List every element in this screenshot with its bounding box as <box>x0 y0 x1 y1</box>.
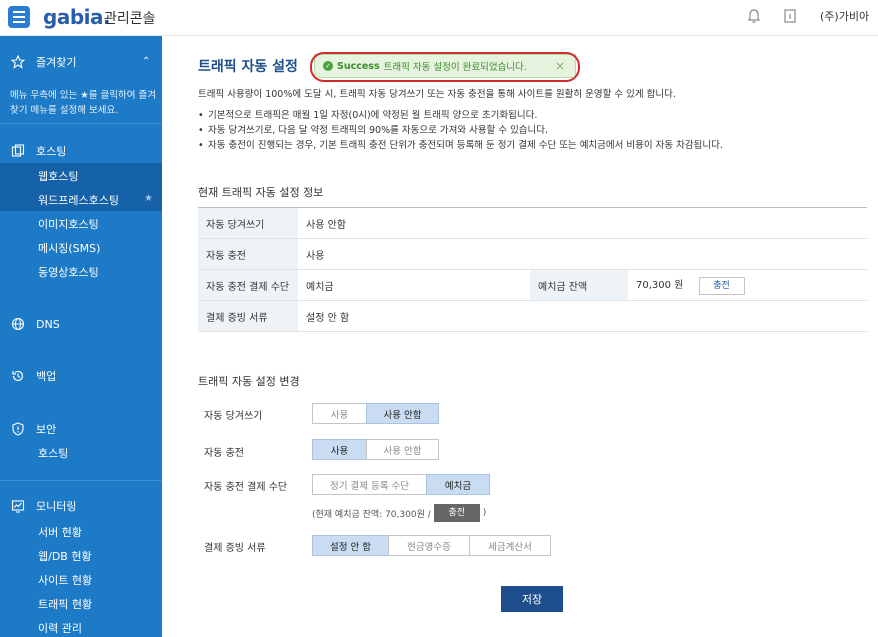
company-name[interactable]: (주)가비아 <box>820 8 869 24</box>
form-label-charge: 자동 충전 <box>204 448 244 459</box>
balance-note-close: ) <box>482 508 487 518</box>
row-value: 사용 <box>298 238 867 270</box>
option-regular-payment[interactable]: 정기 결제 등록 수단 <box>312 474 427 495</box>
main-content: 트래픽 자동 설정 ✓ Success 트래픽 자동 설정이 완료되었습니다. … <box>162 36 878 637</box>
balance-note-text: (현재 예치금 잔액: 70,300원 / <box>312 509 431 520</box>
row-label: 자동 충전 결제 수단 <box>198 269 298 301</box>
sidebar-section-hosting[interactable]: 호스팅 <box>10 143 66 159</box>
current-settings-table: 자동 당겨쓰기 사용 안함 자동 충전 사용 자동 충전 결제 수단 예치금 예… <box>198 207 867 332</box>
table-row: 자동 당겨쓰기 사용 안함 <box>198 207 867 239</box>
charge-toggle: 사용 사용 안함 <box>312 439 439 460</box>
sidebar-item-server-status[interactable]: 서버 현황 <box>38 524 82 540</box>
option-use[interactable]: 사용 <box>312 439 367 460</box>
option-not-use[interactable]: 사용 안함 <box>366 403 439 424</box>
sidebar-section-label: 모니터링 <box>36 500 77 513</box>
sidebar-item-traffic-status[interactable]: 트래픽 현황 <box>38 596 92 612</box>
monitor-chart-icon <box>10 498 26 514</box>
option-deposit[interactable]: 예치금 <box>426 474 490 495</box>
sidebar: 즐겨찾기 ⌃ 메뉴 우측에 있는 ★를 클릭하여 즐겨찾기 메뉴를 설정해 보세… <box>0 36 162 637</box>
sidebar-section-dns[interactable]: DNS <box>10 316 60 332</box>
hosting-icon <box>10 143 26 159</box>
charge-button[interactable]: 충전 <box>433 504 480 522</box>
charge-button[interactable]: 충전 <box>698 276 745 295</box>
pull-toggle: 사용 사용 안함 <box>312 403 439 424</box>
row-value: 설정 안 함 <box>298 300 867 332</box>
highlight-ring <box>310 52 580 82</box>
table-row: 결제 증빙 서류 설정 안 함 <box>198 300 867 332</box>
option-not-use[interactable]: 사용 안함 <box>366 439 439 460</box>
star-icon <box>10 54 26 70</box>
sidebar-item-video-hosting[interactable]: 동영상호스팅 <box>38 264 99 280</box>
balance-cell: 70,300 원 충전 <box>628 269 867 301</box>
option-tax-invoice[interactable]: 세금계산서 <box>469 535 551 556</box>
row-label: 결제 증빙 서류 <box>198 300 298 332</box>
sidebar-item-wordpress-hosting[interactable]: 워드프레스호스팅 <box>38 192 119 208</box>
logo[interactable]: gabia. <box>43 5 111 29</box>
section-title-change: 트래픽 자동 설정 변경 <box>198 375 300 388</box>
save-button[interactable]: 저장 <box>501 586 563 612</box>
sidebar-section-label: 보안 <box>36 423 57 436</box>
sidebar-item-favorites[interactable]: 즐겨찾기 <box>10 54 76 70</box>
list-item: 자동 충전이 진행되는 경우, 기본 트래픽 충전 단위가 충전되며 등록해 둔… <box>198 138 723 153</box>
sidebar-item-history[interactable]: 이력 관리 <box>38 620 82 636</box>
backup-icon <box>10 368 26 384</box>
form-label-method: 자동 충전 결제 수단 <box>204 482 288 493</box>
divider <box>0 480 162 481</box>
sidebar-item-security-hosting[interactable]: 호스팅 <box>38 445 68 461</box>
row-value: 사용 안함 <box>298 207 867 239</box>
balance-note: (현재 예치금 잔액: 70,300원 / 충전 ) <box>312 504 486 522</box>
description: 트래픽 사용량이 100%에 도달 시, 트래픽 자동 당겨쓰기 또는 자동 충… <box>198 89 676 100</box>
row-value: 예치금 <box>298 269 530 301</box>
form-label-receipt: 결제 증빙 서류 <box>204 543 266 554</box>
sidebar-section-label: 호스팅 <box>36 145 67 158</box>
sidebar-section-monitoring[interactable]: 모니터링 <box>10 498 76 514</box>
option-use[interactable]: 사용 <box>312 403 367 424</box>
divider <box>0 123 162 124</box>
sidebar-item-web-db-status[interactable]: 웹/DB 현황 <box>38 548 92 564</box>
menu-icon[interactable] <box>8 6 30 28</box>
sidebar-item-web-hosting[interactable]: 웹호스팅 <box>38 168 78 184</box>
table-row: 자동 충전 사용 <box>198 238 867 270</box>
favorite-star-icon[interactable]: ★ <box>144 193 153 204</box>
shield-icon <box>10 421 26 437</box>
sidebar-item-label: 즐겨찾기 <box>36 56 77 69</box>
info-bullets: 기본적으로 트래픽은 매월 1일 자정(0시)에 약정된 월 트래픽 양으로 초… <box>198 108 723 153</box>
list-item: 자동 당겨쓰기로, 다음 달 약정 트래픽의 90%를 자동으로 가져와 사용할… <box>198 123 723 138</box>
option-cash-receipt[interactable]: 현금영수증 <box>388 535 470 556</box>
balance-value: 70,300 원 <box>636 279 684 291</box>
row-label: 자동 충전 <box>198 238 298 270</box>
table-row: 자동 충전 결제 수단 예치금 예치금 잔액 70,300 원 충전 <box>198 269 867 301</box>
receipt-toggle: 설정 안 함 현금영수증 세금계산서 <box>312 535 551 556</box>
globe-icon <box>10 316 26 332</box>
top-bar: gabia. 관리콘솔 (주)가비아 <box>0 0 878 36</box>
logo-subtitle: 관리콘솔 <box>104 11 156 27</box>
option-none[interactable]: 설정 안 함 <box>312 535 389 556</box>
document-icon[interactable] <box>782 8 798 24</box>
sidebar-item-image-hosting[interactable]: 이미지호스팅 <box>38 216 99 232</box>
list-item: 기본적으로 트래픽은 매월 1일 자정(0시)에 약정된 월 트래픽 양으로 초… <box>198 108 723 123</box>
sidebar-item-site-status[interactable]: 사이트 현황 <box>38 572 92 588</box>
page-title: 트래픽 자동 설정 <box>198 59 298 75</box>
sidebar-section-label: 백업 <box>36 370 57 383</box>
section-title-current: 현재 트래픽 자동 설정 정보 <box>198 186 324 199</box>
chevron-up-icon[interactable]: ⌃ <box>142 56 150 67</box>
favorites-hint: 메뉴 우측에 있는 ★를 클릭하여 즐겨찾기 메뉴를 설정해 보세요. <box>10 90 156 116</box>
sidebar-active-highlight <box>0 163 162 187</box>
form-label-pull: 자동 당겨쓰기 <box>204 411 263 422</box>
sidebar-section-backup[interactable]: 백업 <box>10 368 56 384</box>
sidebar-section-security[interactable]: 보안 <box>10 421 56 437</box>
sidebar-item-sms[interactable]: 메시징(SMS) <box>38 240 100 256</box>
bell-icon[interactable] <box>746 8 762 24</box>
row-label: 자동 당겨쓰기 <box>198 207 298 239</box>
method-toggle: 정기 결제 등록 수단 예치금 <box>312 474 490 495</box>
sidebar-section-label: DNS <box>36 317 60 331</box>
row-label: 예치금 잔액 <box>530 269 628 301</box>
